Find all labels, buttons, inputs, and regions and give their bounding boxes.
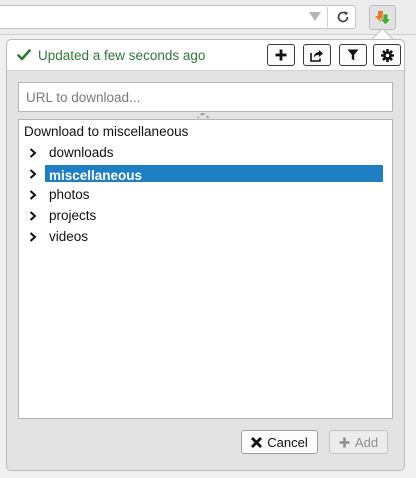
folder-label: videos: [49, 229, 89, 244]
close-icon: [251, 436, 263, 448]
chevron-right-icon[interactable]: [27, 189, 39, 201]
folder-item-photos[interactable]: photos: [27, 184, 391, 205]
download-arrow-icon: [374, 10, 392, 25]
share-button[interactable]: [303, 44, 331, 66]
status-text: Updated a few seconds ago: [38, 47, 206, 63]
gear-icon: [380, 48, 394, 62]
chevron-right-icon[interactable]: [27, 147, 39, 159]
folder-tree: Download to miscellaneous downloads misc…: [18, 119, 393, 419]
plus-icon: [339, 437, 350, 447]
folder-item-videos[interactable]: videos: [27, 226, 391, 247]
checkmark-icon: [17, 49, 31, 61]
chevron-right-icon[interactable]: [27, 210, 39, 222]
panel-header: Updated a few seconds ago: [7, 40, 404, 71]
plus-icon: [275, 49, 287, 61]
cancel-button[interactable]: Cancel: [241, 430, 318, 454]
folder-label: downloads: [49, 145, 114, 160]
folder-item-downloads[interactable]: downloads: [27, 142, 391, 163]
share-icon: [310, 49, 323, 62]
add-button[interactable]: [267, 44, 295, 66]
tree-title: Download to miscellaneous: [24, 124, 189, 139]
browser-toolbar: [0, 0, 416, 35]
add-label: Add: [354, 434, 379, 450]
reload-icon[interactable]: [334, 8, 352, 26]
address-bar-divider: [327, 7, 328, 27]
settings-button[interactable]: [373, 44, 401, 66]
add-download-button[interactable]: Add: [329, 430, 388, 454]
browser-address-bar[interactable]: [0, 5, 356, 29]
dropdown-triangle-icon[interactable]: [309, 12, 321, 21]
chevron-right-icon[interactable]: [27, 231, 39, 243]
folder-item-miscellaneous[interactable]: miscellaneous: [27, 163, 391, 184]
extension-button[interactable]: [369, 5, 396, 30]
folder-label: photos: [49, 187, 90, 202]
status-message: Updated a few seconds ago: [17, 46, 205, 64]
folder-label: projects: [49, 208, 97, 223]
filter-button[interactable]: [339, 44, 367, 66]
chevron-right-icon[interactable]: [27, 168, 39, 180]
download-popup: Updated a few seconds ago URL to downloa…: [6, 39, 405, 471]
folder-label: miscellaneous: [45, 165, 383, 183]
loading-spinner-icon: [196, 112, 210, 118]
folder-item-projects[interactable]: projects: [27, 205, 391, 226]
cancel-label: Cancel: [267, 434, 308, 450]
filter-icon: [347, 49, 359, 61]
url-input[interactable]: [18, 82, 393, 112]
